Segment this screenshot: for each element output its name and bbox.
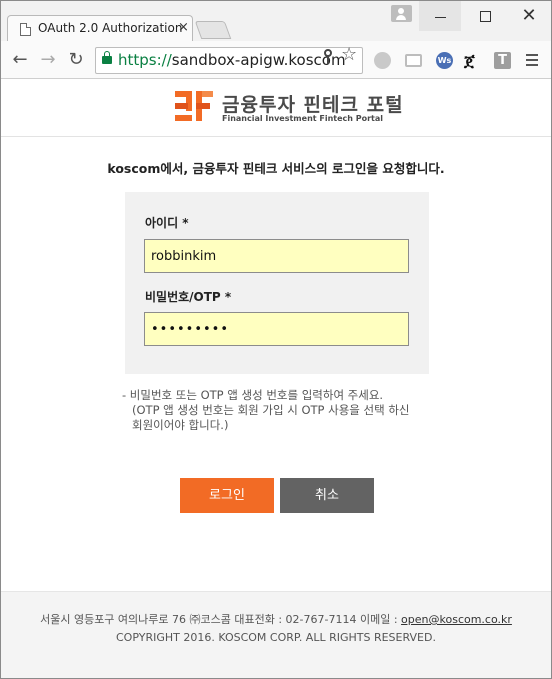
footer-email-link[interactable]: open@koscom.co.kr [401,613,512,626]
id-input[interactable] [144,239,409,273]
portal-subtitle: Financial Investment Fintech Portal [222,114,384,123]
portal-logo-icon [175,91,213,121]
maximize-button[interactable] [464,1,506,31]
help-line-3: 회원이어야 합니다.) [132,418,229,432]
forward-arrow-icon[interactable]: → [37,49,59,71]
minimize-button[interactable] [419,1,461,31]
title-bar: OAuth 2.0 Authorization × ✕ [1,1,551,42]
extension-glyph-icon[interactable]: ጀ [464,51,484,71]
footer-address: 서울시 영등포구 여의나루로 76 ㈜코스콤 대표전화 : 02-767-711… [1,611,551,627]
address-bar[interactable]: https://sandbox-apigw.koscom [95,47,363,74]
id-label: 아이디 * [145,216,189,230]
password-label: 비밀번호/OTP * [145,290,232,304]
browser-menu-icon[interactable] [526,54,538,66]
password-help-text: - 비밀번호 또는 OTP 앱 생성 번호를 입력하여 주세요. (OTP 앱 … [122,388,422,433]
page-content: 금융투자 핀테크 포털 Financial Investment Fintech… [1,80,551,678]
portal-title: 금융투자 핀테크 포털 [222,94,404,116]
browser-window: OAuth 2.0 Authorization × ✕ ← → ↻ https:… [0,0,552,679]
key-icon[interactable] [324,49,332,64]
help-line-2: (OTP 앱 생성 번호는 회원 가입 시 OTP 사용을 선택 하신 [132,403,410,417]
portal-header: 금융투자 핀테크 포털 Financial Investment Fintech… [1,80,551,137]
extension-icon[interactable] [374,52,391,69]
tab-title: OAuth 2.0 Authorization [38,21,183,35]
login-button[interactable]: 로그인 [180,478,274,513]
cast-icon[interactable] [405,54,422,67]
password-input[interactable] [144,312,409,346]
url-text[interactable]: https://sandbox-apigw.koscom [118,51,346,69]
login-form: 아이디 * 비밀번호/OTP * [125,192,429,374]
url-scheme: https:// [118,51,172,69]
ws-extension-icon[interactable]: Ws [436,52,453,69]
url-host: sandbox-apigw.koscom [171,51,346,69]
window-close-button[interactable]: ✕ [508,1,550,31]
profile-icon[interactable] [391,5,412,22]
tab-close-icon[interactable]: × [178,20,189,35]
help-line-1: - 비밀번호 또는 OTP 앱 생성 번호를 입력하여 주세요. [122,388,384,402]
back-arrow-icon[interactable]: ← [9,49,31,71]
footer-address-text: 서울시 영등포구 여의나루로 76 ㈜코스콤 대표전화 : 02-767-711… [40,613,402,626]
page-footer: 서울시 영등포구 여의나루로 76 ㈜코스콤 대표전화 : 02-767-711… [1,591,551,678]
cancel-button[interactable]: 취소 [280,478,374,513]
lock-icon [102,51,112,64]
browser-toolbar: ← → ↻ https://sandbox-apigw.koscom ☆ Ws … [1,41,551,79]
new-tab-button[interactable] [194,21,232,39]
t-extension-icon[interactable]: T [494,52,511,69]
page-icon [20,23,31,36]
reload-icon[interactable]: ↻ [65,49,87,71]
footer-copyright: COPYRIGHT 2016. KOSCOM CORP. ALL RIGHTS … [116,631,436,644]
browser-tab[interactable]: OAuth 2.0 Authorization × [7,15,193,42]
login-request-message: koscom에서, 금융투자 핀테크 서비스의 로그인을 요청합니다. [107,161,445,176]
bookmark-star-icon[interactable]: ☆ [341,45,357,65]
